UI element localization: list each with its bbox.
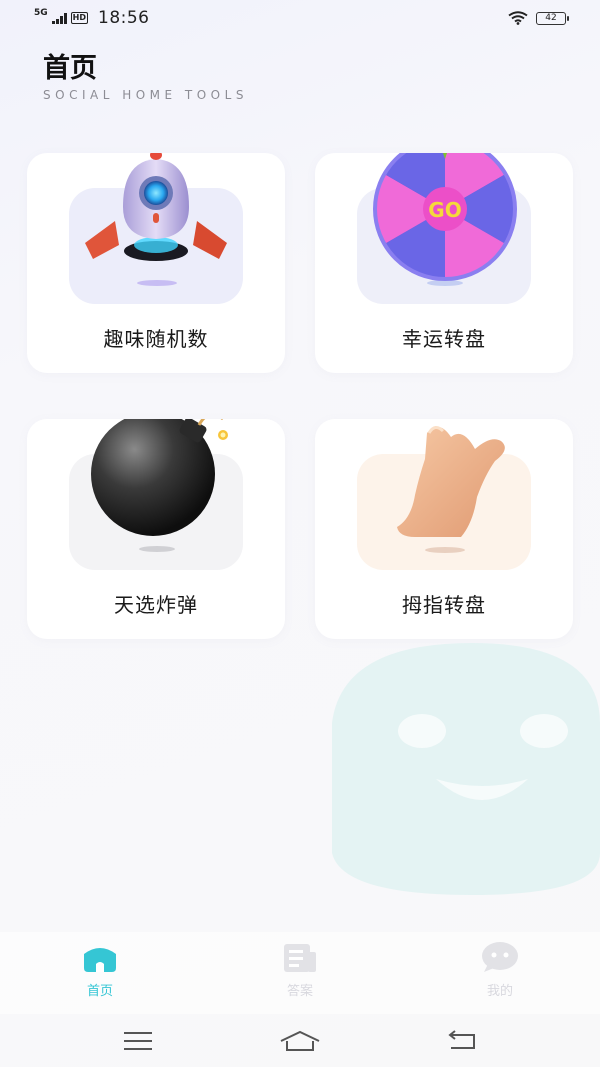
- back-icon[interactable]: [446, 1029, 478, 1052]
- status-time: 18:56: [98, 8, 150, 28]
- bomb-icon: [91, 419, 228, 552]
- battery-indicator: 42: [536, 11, 569, 25]
- chat-bubble-icon: [482, 942, 518, 972]
- status-bar: 5G HD 18:56 42: [0, 0, 600, 36]
- tab-label: 答案: [286, 984, 313, 999]
- tab-label: 首页: [86, 984, 113, 999]
- wheel-icon: GO: [373, 153, 517, 286]
- card-label: 趣味随机数: [103, 327, 209, 351]
- rocket-icon: [85, 153, 227, 286]
- card-bomb[interactable]: 天选炸弹: [27, 419, 285, 639]
- card-thumb-wheel[interactable]: 拇指转盘: [315, 419, 573, 639]
- tab-profile[interactable]: 我的: [400, 932, 600, 1014]
- news-icon: [284, 944, 316, 972]
- signal-icon: [51, 12, 67, 24]
- system-nav-bar: [0, 1014, 600, 1067]
- card-lucky-wheel[interactable]: GO 幸运转盘: [315, 153, 573, 373]
- menu-icon[interactable]: [122, 1030, 154, 1052]
- network-type: 5G: [34, 7, 48, 18]
- status-right: 42: [508, 11, 569, 25]
- wifi-icon: [508, 11, 528, 25]
- status-left: 5G HD 18:56: [34, 8, 150, 28]
- home-nav-icon[interactable]: [278, 1029, 322, 1053]
- hand-icon: [397, 426, 505, 553]
- wheel-go-text: GO: [428, 198, 461, 222]
- tab-answer[interactable]: 答案: [200, 932, 400, 1014]
- page-subtitle: SOCIAL HOME TOOLS: [43, 88, 248, 102]
- page-title: 首页: [43, 53, 97, 84]
- card-random-number[interactable]: 趣味随机数: [27, 153, 285, 373]
- tab-label: 我的: [486, 984, 513, 999]
- card-label: 幸运转盘: [402, 327, 486, 351]
- hd-badge: HD: [70, 12, 88, 24]
- card-label: 拇指转盘: [402, 593, 486, 617]
- mascot-decoration: [332, 643, 600, 895]
- card-label: 天选炸弹: [114, 593, 198, 617]
- tab-home[interactable]: 首页: [0, 932, 200, 1014]
- home-icon: [84, 948, 116, 972]
- bottom-tab-bar: 首页 答案 我的: [0, 932, 600, 1014]
